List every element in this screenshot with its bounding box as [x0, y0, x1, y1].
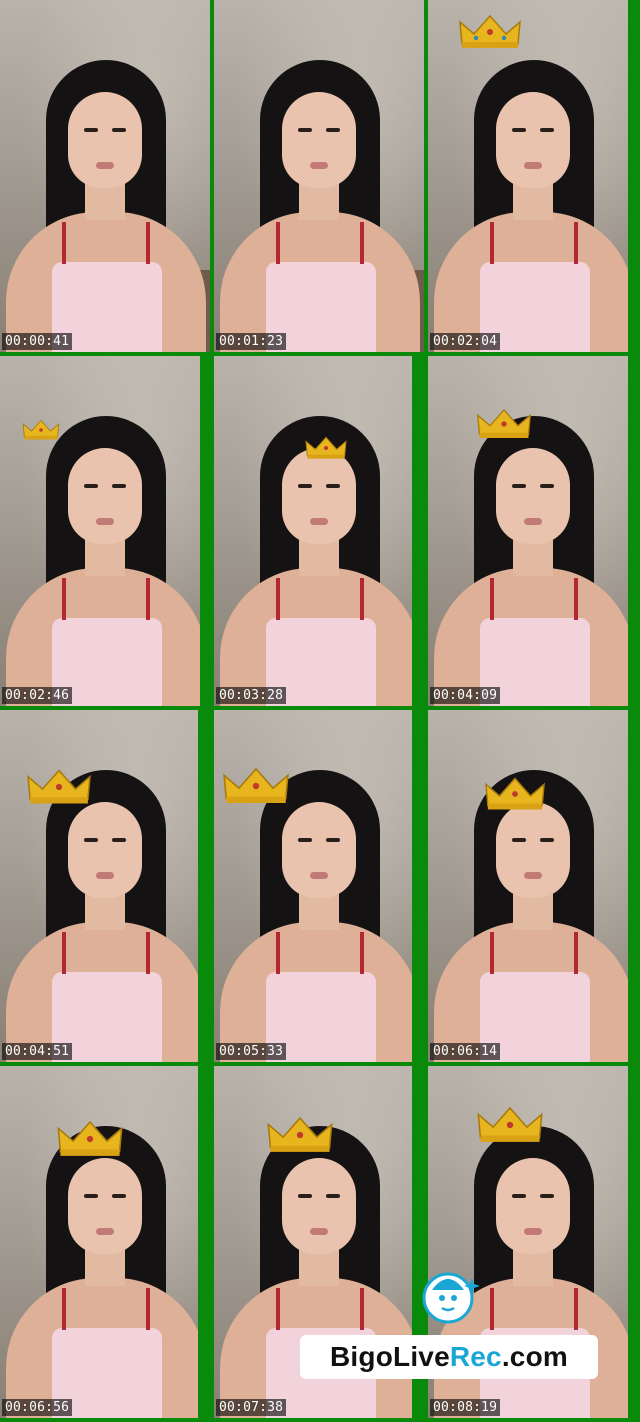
- video-thumbnail[interactable]: 00:01:23: [214, 0, 424, 352]
- timestamp-label: 00:05:33: [216, 1043, 287, 1060]
- timestamp-label: 00:02:46: [2, 687, 73, 704]
- crown-icon: [476, 409, 532, 438]
- timestamp-label: 00:04:51: [2, 1043, 73, 1060]
- crown-icon: [485, 777, 545, 810]
- crown-icon: [223, 767, 289, 803]
- timestamp-label: 00:08:19: [430, 1399, 501, 1416]
- watermark-suffix: .com: [501, 1341, 568, 1372]
- video-thumbnail[interactable]: 00:02:46: [0, 356, 200, 706]
- crown-icon: [57, 1120, 123, 1156]
- crown-icon: [267, 1116, 333, 1152]
- timestamp-label: 00:04:09: [430, 687, 501, 704]
- video-thumbnail[interactable]: 00:03:28: [214, 356, 412, 706]
- video-thumbnail[interactable]: 00:05:33: [214, 710, 412, 1062]
- crown-icon: [22, 419, 60, 440]
- video-thumbnail[interactable]: 00:04:51: [0, 710, 198, 1062]
- bigo-mascot-icon: [422, 1272, 480, 1324]
- watermark-banner: BigoLive Rec .com: [300, 1335, 598, 1379]
- timestamp-label: 00:07:38: [216, 1399, 287, 1416]
- video-thumbnail[interactable]: 00:02:04: [428, 0, 628, 352]
- crown-icon: [477, 1106, 543, 1142]
- timestamp-label: 00:06:56: [2, 1399, 73, 1416]
- watermark-prefix: BigoLive: [330, 1341, 450, 1372]
- thumbnail-grid: 00:00:41 00:01:23 00:02:04 00:02:46 00:0…: [0, 0, 640, 1422]
- crown-icon: [305, 436, 347, 459]
- timestamp-label: 00:02:04: [430, 333, 501, 350]
- video-thumbnail[interactable]: 00:00:41: [0, 0, 210, 352]
- timestamp-label: 00:01:23: [216, 333, 287, 350]
- video-thumbnail[interactable]: 00:06:56: [0, 1066, 198, 1418]
- watermark-accent: Rec: [449, 1341, 502, 1372]
- timestamp-label: 00:00:41: [2, 333, 73, 350]
- video-thumbnail[interactable]: 00:06:14: [428, 710, 628, 1062]
- timestamp-label: 00:06:14: [430, 1043, 501, 1060]
- timestamp-label: 00:03:28: [216, 687, 287, 704]
- crown-icon: [459, 14, 521, 48]
- video-thumbnail[interactable]: 00:04:09: [428, 356, 628, 706]
- crown-icon: [27, 769, 91, 804]
